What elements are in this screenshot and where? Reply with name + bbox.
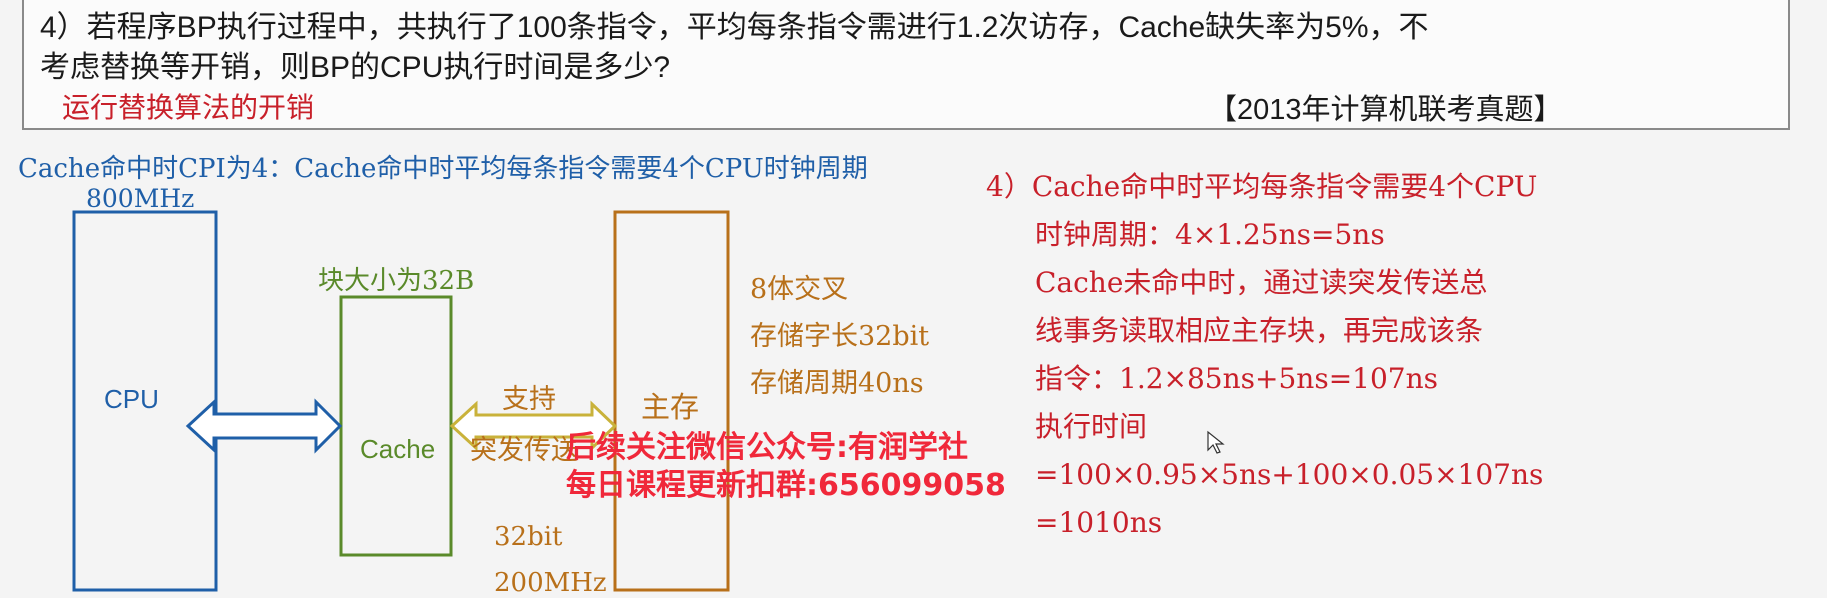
cpu-cache-arrow bbox=[185, 398, 343, 454]
cache-box bbox=[339, 295, 453, 557]
block-size-label: 块大小为32B bbox=[318, 266, 475, 296]
answer-line: Cache未命中时，通过读突发传送总 bbox=[1035, 266, 1488, 299]
memory-info-line: 8体交叉 bbox=[750, 274, 849, 305]
memory-info-line: 存储周期40ns bbox=[750, 368, 924, 399]
watermark-line-2: 每日课程更新扣群:656099058 bbox=[566, 468, 1006, 503]
main-memory-label: 主存 bbox=[641, 390, 700, 424]
burst-label-1: 支持 bbox=[502, 384, 556, 415]
answer-block: 4）Cache命中时平均每条指令需要4个CPU 时钟周期：4×1.25ns=5n… bbox=[986, 163, 1543, 547]
bus-width-label: 32bit bbox=[494, 522, 563, 552]
answer-line: 线事务读取相应主存块，再完成该条 bbox=[1035, 314, 1484, 347]
diagram-svg bbox=[72, 210, 730, 592]
bus-frequency-label: 200MHz bbox=[494, 568, 607, 598]
mouse-cursor-icon bbox=[1207, 430, 1225, 454]
answer-line: 执行时间 bbox=[1035, 410, 1148, 443]
answer-line: =1010ns bbox=[1035, 506, 1163, 539]
memory-info: 8体交叉 存储字长32bit 存储周期40ns bbox=[750, 266, 929, 407]
cache-label: Cache bbox=[360, 434, 436, 464]
exam-source: 【2013年计算机联考真题】 bbox=[1208, 94, 1563, 126]
answer-line: 时钟周期：4×1.25ns=5ns bbox=[1035, 218, 1385, 251]
answer-line: 指令：1.2×85ns+5ns=107ns bbox=[1035, 362, 1439, 395]
answer-line: =100×0.95×5ns+100×0.05×107ns bbox=[1035, 458, 1544, 491]
answer-line: 4）Cache命中时平均每条指令需要4个CPU bbox=[986, 170, 1538, 203]
memory-info-line: 存储字长32bit bbox=[750, 321, 930, 352]
cpu-label: CPU bbox=[104, 384, 159, 414]
burst-label-2: 突发传送 bbox=[470, 435, 578, 466]
